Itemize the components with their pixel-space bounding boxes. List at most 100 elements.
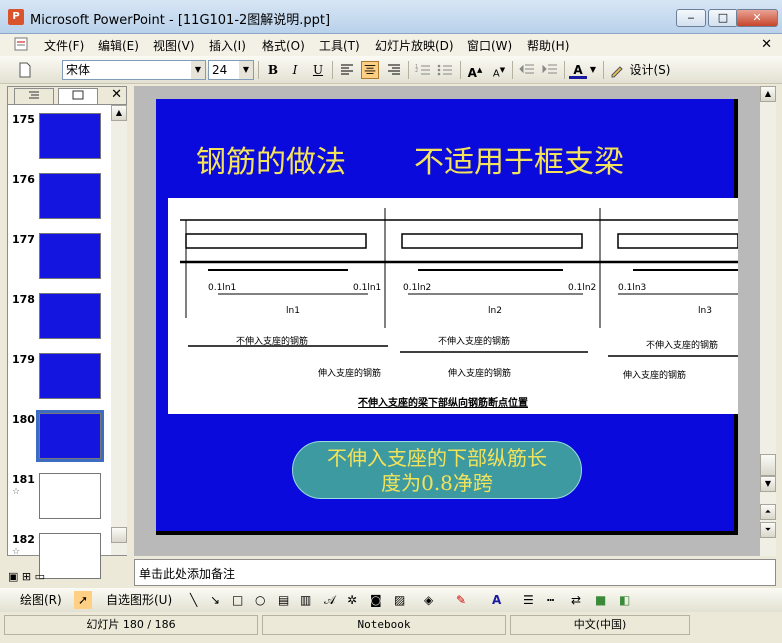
menu-window[interactable]: 窗口(W) bbox=[467, 37, 512, 54]
current-slide[interactable]: 钢筋的做法 不适用于框支梁 0.1ln1 0.1ln1 0.1ln2 0.1ln… bbox=[156, 99, 738, 535]
menu-help[interactable]: 帮助(H) bbox=[527, 37, 569, 54]
slide-thumbnail[interactable] bbox=[39, 293, 101, 339]
autoshapes-button[interactable]: 自选图形(U) bbox=[106, 591, 172, 609]
align-center-icon[interactable] bbox=[361, 61, 379, 79]
numbering-icon[interactable]: 12 bbox=[414, 61, 432, 79]
underline-button[interactable]: U bbox=[309, 61, 327, 79]
slide-thumbnail[interactable] bbox=[39, 113, 101, 159]
line-color-icon[interactable]: ✎ bbox=[456, 591, 466, 609]
close-document-icon[interactable]: ✕ bbox=[761, 37, 772, 52]
slide-thumbnail-row[interactable]: 175 bbox=[8, 113, 118, 168]
next-slide-icon[interactable]: ⏷ bbox=[760, 522, 776, 538]
scroll-up-icon[interactable]: ▲ bbox=[111, 105, 127, 121]
scroll-thumb[interactable] bbox=[111, 527, 127, 543]
font-color-icon[interactable]: A bbox=[569, 61, 587, 79]
slide-thumbnail-row[interactable]: 179 bbox=[8, 353, 118, 408]
textbox-tool-icon[interactable]: ▤ bbox=[278, 591, 289, 609]
menu-insert[interactable]: 插入(I) bbox=[209, 37, 246, 54]
line-style-icon[interactable]: ☰ bbox=[523, 591, 534, 609]
shadow-style-icon[interactable]: ■ bbox=[595, 591, 606, 609]
slide-thumbnail[interactable] bbox=[39, 473, 101, 519]
menu-slideshow[interactable]: 幻灯片放映(D) bbox=[375, 37, 454, 54]
slide-thumbnail[interactable] bbox=[39, 353, 101, 399]
minimize-button[interactable]: ‒ bbox=[676, 9, 706, 27]
scroll-thumb[interactable] bbox=[760, 454, 776, 476]
slide-thumbnail-row[interactable]: 178 bbox=[8, 293, 118, 348]
previous-slide-icon[interactable]: ⏶ bbox=[760, 504, 776, 520]
slide-callout[interactable]: 不伸入支座的下部纵筋长 度为0.8净跨 bbox=[292, 441, 582, 499]
powerpoint-app-icon[interactable]: P bbox=[8, 9, 24, 25]
chevron-down-icon[interactable]: ▼ bbox=[588, 61, 598, 79]
wordart-icon[interactable]: 𝒜 bbox=[324, 591, 335, 609]
slide-thumbnail[interactable] bbox=[39, 233, 101, 279]
menu-view[interactable]: 视图(V) bbox=[153, 37, 195, 54]
panel-close-icon[interactable]: ✕ bbox=[111, 87, 122, 102]
decrease-font-icon[interactable]: A▼ bbox=[490, 61, 508, 79]
fill-color-icon[interactable]: ◈ bbox=[424, 591, 433, 609]
menu-tools[interactable]: 工具(T) bbox=[319, 37, 360, 54]
slides-icon bbox=[72, 90, 84, 100]
vertical-textbox-icon[interactable]: ▥ bbox=[300, 591, 311, 609]
dim-mark: 0.1ln1 bbox=[208, 283, 236, 293]
align-left-icon[interactable] bbox=[338, 61, 356, 79]
slide-thumbnail[interactable] bbox=[39, 173, 101, 219]
chevron-down-icon[interactable]: ▼ bbox=[191, 61, 205, 79]
draw-menu-button[interactable]: 绘图(R) bbox=[20, 591, 62, 609]
thumbnail-scrollbar[interactable]: ▲ bbox=[111, 105, 127, 555]
font-name-select[interactable]: 宋体 ▼ bbox=[62, 60, 206, 80]
scroll-down-icon[interactable]: ▼ bbox=[760, 476, 776, 492]
increase-indent-icon[interactable] bbox=[541, 61, 559, 79]
tab-slides[interactable] bbox=[58, 88, 98, 104]
slideshow-view-icon[interactable]: ▭ bbox=[35, 570, 45, 583]
font-size-select[interactable]: 24 ▼ bbox=[208, 60, 254, 80]
slide-thumbnail[interactable] bbox=[36, 410, 104, 462]
dash-style-icon[interactable]: ┅ bbox=[547, 591, 554, 609]
scroll-up-icon[interactable]: ▲ bbox=[760, 86, 776, 102]
close-button[interactable]: ✕ bbox=[736, 9, 778, 27]
notes-pane[interactable]: 单击此处添加备注 bbox=[134, 559, 776, 586]
panel-tabs: ✕ bbox=[8, 87, 126, 105]
design-icon[interactable] bbox=[609, 61, 627, 79]
menu-edit[interactable]: 编辑(E) bbox=[98, 37, 139, 54]
bold-button[interactable]: B bbox=[264, 61, 282, 79]
picture-icon[interactable]: ▨ bbox=[394, 591, 405, 609]
chevron-down-icon[interactable]: ▼ bbox=[239, 61, 253, 79]
line-tool-icon[interactable]: ╲ bbox=[190, 591, 197, 609]
decrease-indent-icon[interactable] bbox=[518, 61, 536, 79]
arrow-tool-icon[interactable]: ↘ bbox=[210, 591, 220, 609]
new-file-icon[interactable] bbox=[16, 61, 34, 79]
menu-file[interactable]: 文件(F) bbox=[44, 37, 84, 54]
diagram-icon[interactable]: ✲ bbox=[347, 591, 357, 609]
font-color-icon[interactable]: A bbox=[492, 591, 501, 609]
toolbar-divider bbox=[512, 61, 513, 79]
normal-view-icon[interactable]: ▣ bbox=[8, 570, 18, 583]
slide-thumbnail-row[interactable]: 177 bbox=[8, 233, 118, 288]
clipart-icon[interactable]: ◙ bbox=[370, 591, 382, 609]
increase-font-icon[interactable]: A▲ bbox=[466, 61, 484, 80]
drawing-toolbar: 绘图(R) ➚ 自选图形(U) ╲ ↘ □ ○ ▤ ▥ 𝒜 ✲ ◙ ▨ ◈ ✎ … bbox=[0, 588, 782, 612]
rebar-diagram[interactable]: 0.1ln1 0.1ln1 0.1ln2 0.1ln2 0.1ln3 ln1 l… bbox=[168, 198, 738, 414]
slide-thumbnail-row[interactable]: 176 bbox=[8, 173, 118, 228]
tab-outline[interactable] bbox=[14, 88, 54, 104]
bullets-icon[interactable] bbox=[436, 61, 454, 79]
callout-line-1: 不伸入支座的下部纵筋长 bbox=[327, 446, 547, 470]
menu-format[interactable]: 格式(O) bbox=[262, 37, 305, 54]
arrow-style-icon[interactable]: ⇄ bbox=[571, 591, 581, 609]
select-pointer-icon[interactable]: ➚ bbox=[74, 591, 92, 609]
slide-transition-icon: ☆ bbox=[12, 547, 21, 557]
menu-bar: 文件(F) 编辑(E) 视图(V) 插入(I) 格式(O) 工具(T) 幻灯片放… bbox=[0, 34, 782, 56]
align-right-icon[interactable] bbox=[385, 61, 403, 79]
maximize-button[interactable]: □ bbox=[708, 9, 738, 27]
slide-title-left[interactable]: 钢筋的做法 bbox=[196, 137, 346, 181]
oval-tool-icon[interactable]: ○ bbox=[255, 591, 265, 609]
rectangle-tool-icon[interactable]: □ bbox=[232, 591, 243, 609]
slide-scrollbar[interactable]: ▲ ▼ ⏶ ⏷ bbox=[760, 86, 776, 556]
slide-thumbnail-row[interactable]: 180 bbox=[8, 410, 118, 468]
3d-style-icon[interactable]: ◧ bbox=[619, 591, 630, 609]
design-button[interactable]: 设计(S) bbox=[628, 61, 672, 79]
slide-sorter-view-icon[interactable]: ⊞ bbox=[22, 570, 31, 583]
slide-title-right[interactable]: 不适用于框支梁 bbox=[414, 137, 624, 181]
italic-button[interactable]: I bbox=[286, 61, 304, 79]
slide-thumbnail-row[interactable]: 181 ☆ bbox=[8, 473, 118, 528]
label-not-into-support: 不伸入支座的钢筋 bbox=[646, 339, 718, 351]
